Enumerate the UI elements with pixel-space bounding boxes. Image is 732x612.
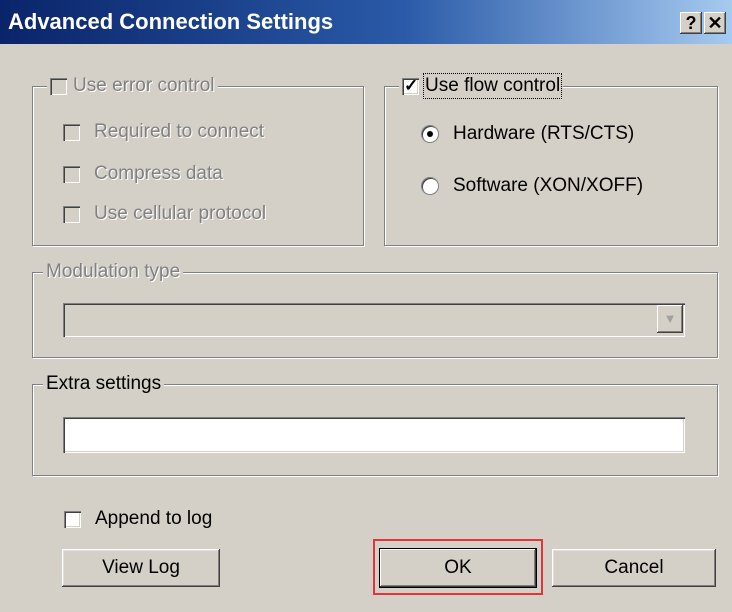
- radio-selected-dot: [427, 131, 433, 137]
- hardware-radio[interactable]: [421, 125, 439, 143]
- modulation-type-legend: Modulation type: [43, 261, 184, 283]
- extra-settings-input[interactable]: [63, 417, 685, 453]
- extra-settings-group: Extra settings: [32, 373, 718, 476]
- flow-control-group: ✓ Use flow control Hardware (RTS/CTS) So…: [384, 73, 718, 246]
- view-log-label: View Log: [102, 557, 180, 578]
- close-icon: ✕: [707, 13, 723, 33]
- modulation-type-group: Modulation type ▼: [32, 261, 718, 358]
- help-button[interactable]: ?: [680, 12, 702, 34]
- append-to-log-option[interactable]: Append to log: [64, 508, 212, 530]
- hardware-label: Hardware (RTS/CTS): [453, 123, 635, 144]
- error-control-legend[interactable]: Use error control: [47, 75, 218, 97]
- required-to-connect-checkbox[interactable]: [63, 123, 80, 141]
- flow-control-legend[interactable]: ✓ Use flow control: [399, 73, 564, 99]
- cancel-button[interactable]: Cancel: [552, 549, 716, 587]
- software-option[interactable]: Software (XON/XOFF): [421, 175, 643, 197]
- modulation-type-combobox[interactable]: ▼: [63, 303, 685, 337]
- error-control-group: Use error control Required to connect Co…: [32, 75, 364, 246]
- ok-button-highlight: [373, 539, 543, 595]
- use-flow-control-label: Use flow control: [422, 73, 563, 99]
- use-cellular-protocol-option[interactable]: Use cellular protocol: [63, 203, 266, 225]
- use-error-control-label: Use error control: [73, 75, 215, 96]
- software-label: Software (XON/XOFF): [453, 175, 644, 196]
- use-cellular-protocol-label: Use cellular protocol: [94, 203, 267, 224]
- software-radio[interactable]: [421, 177, 439, 195]
- append-to-log-label: Append to log: [95, 508, 213, 529]
- required-to-connect-option[interactable]: Required to connect: [63, 121, 264, 143]
- dropdown-arrow-icon[interactable]: ▼: [657, 305, 683, 333]
- use-cellular-protocol-checkbox[interactable]: [63, 205, 80, 223]
- modulation-type-label: Modulation type: [46, 261, 181, 282]
- compress-data-label: Compress data: [94, 163, 223, 184]
- title-bar: Advanced Connection Settings ? ✕: [0, 0, 732, 44]
- compress-data-option[interactable]: Compress data: [63, 163, 223, 185]
- cancel-label: Cancel: [604, 557, 664, 578]
- use-flow-control-checkbox[interactable]: ✓: [402, 75, 419, 95]
- extra-settings-legend: Extra settings: [43, 373, 165, 395]
- compress-data-checkbox[interactable]: [63, 165, 80, 183]
- hardware-option[interactable]: Hardware (RTS/CTS): [421, 123, 634, 145]
- append-to-log-checkbox[interactable]: [64, 510, 81, 528]
- window-title: Advanced Connection Settings: [8, 9, 334, 34]
- help-icon: ?: [685, 13, 697, 33]
- checkmark-icon: ✓: [404, 75, 419, 95]
- view-log-button[interactable]: View Log: [62, 549, 220, 587]
- use-error-control-checkbox[interactable]: [50, 77, 67, 95]
- close-button[interactable]: ✕: [704, 12, 726, 34]
- extra-settings-label: Extra settings: [46, 373, 162, 394]
- required-to-connect-label: Required to connect: [94, 121, 265, 142]
